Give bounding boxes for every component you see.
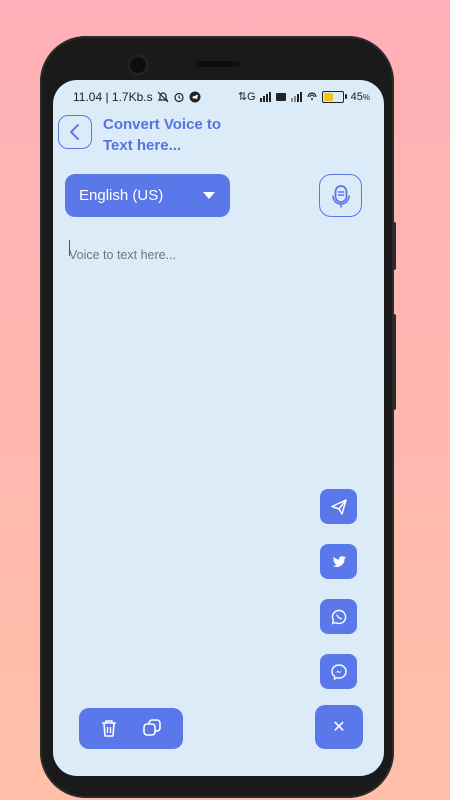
copy-icon[interactable]: [141, 717, 163, 739]
back-button[interactable]: [58, 115, 92, 149]
trash-icon[interactable]: [98, 717, 120, 739]
hotspot-icon: [307, 91, 317, 100]
volte-icon: [275, 92, 286, 101]
volume-button: [392, 222, 396, 270]
mute-icon: [157, 91, 169, 103]
power-button: [392, 314, 396, 410]
status-bar: 11.04 | 1.7Kb.s ⇅G 45%: [53, 88, 384, 106]
alarm-icon: [174, 92, 184, 103]
voice-text-input[interactable]: [69, 240, 369, 270]
messenger-icon: [330, 663, 347, 680]
language-dropdown[interactable]: English (US): [65, 174, 230, 217]
bottom-action-bar: [79, 708, 183, 749]
battery-level: 45: [350, 90, 363, 103]
app-screen: 11.04 | 1.7Kb.s ⇅G 45% Convert Voice to …: [53, 80, 384, 776]
battery-icon: [321, 90, 347, 103]
network-type: ⇅G: [237, 91, 256, 103]
earpiece-speaker: [196, 61, 240, 67]
caret-down-icon: [203, 192, 215, 199]
share-messenger-button[interactable]: [320, 654, 357, 689]
share-whatsapp-button[interactable]: [320, 599, 357, 634]
signal-icon: [259, 91, 271, 102]
status-time: 11.04 | 1.7Kb.s: [73, 90, 153, 104]
front-camera: [127, 54, 149, 76]
share-twitter-button[interactable]: [320, 544, 357, 579]
language-selected: English (US): [79, 187, 164, 204]
microphone-icon: [331, 184, 350, 208]
chevron-left-icon: [70, 124, 79, 140]
mic-button[interactable]: [319, 174, 362, 217]
twitter-icon: [332, 555, 346, 567]
close-icon: ✕: [332, 719, 346, 736]
text-caret: [69, 240, 70, 256]
close-button[interactable]: ✕: [315, 705, 363, 749]
telegram-status-icon: [189, 91, 201, 103]
whatsapp-icon: [330, 609, 346, 625]
share-telegram-button[interactable]: [320, 489, 357, 524]
signal-2-icon: [290, 91, 302, 102]
page-title: Convert Voice to Text here...: [103, 116, 222, 154]
telegram-icon: [330, 498, 347, 515]
battery-unit: %: [362, 92, 370, 102]
